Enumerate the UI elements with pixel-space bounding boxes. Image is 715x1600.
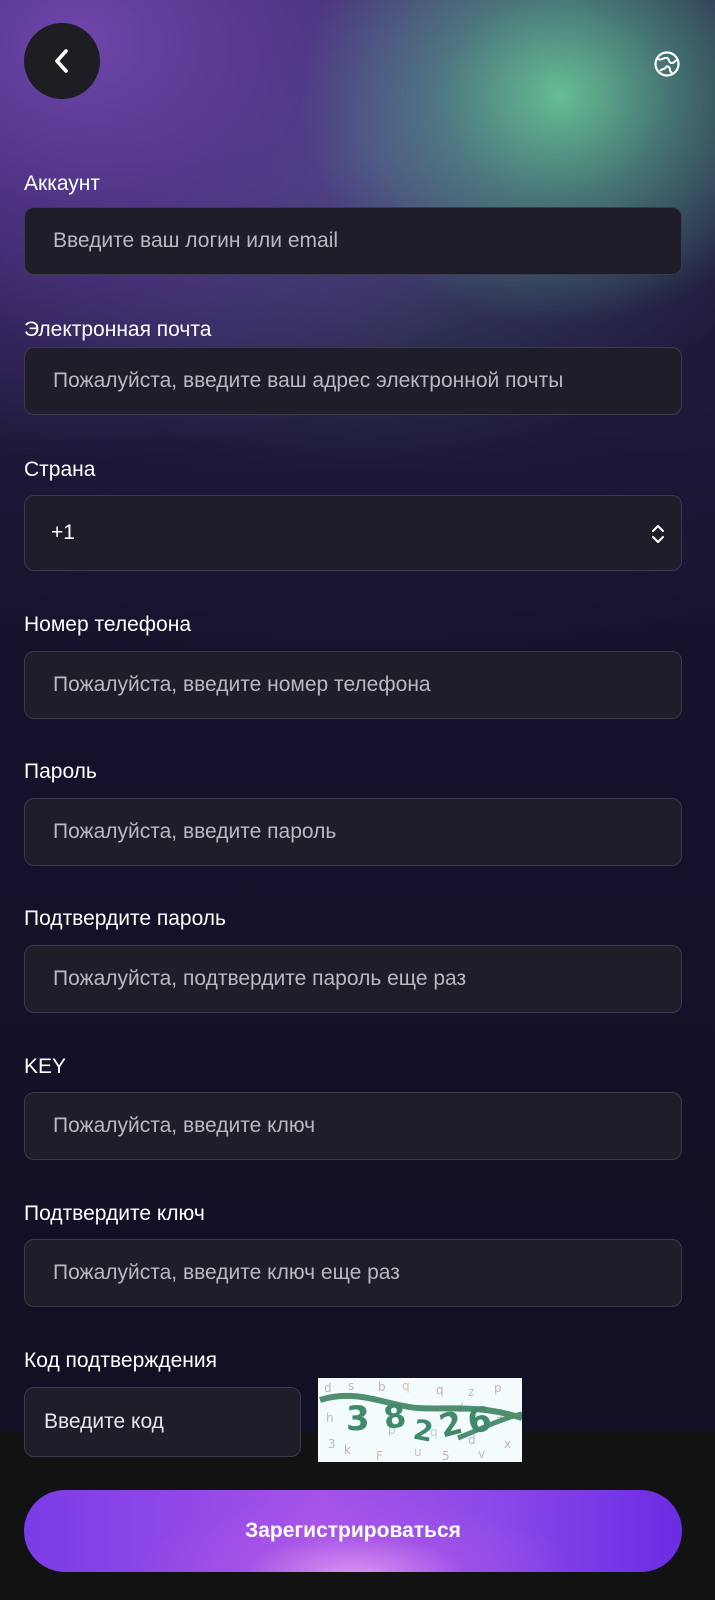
svg-text:q: q (436, 1383, 444, 1397)
svg-text:8: 8 (381, 1396, 408, 1437)
svg-text:b: b (378, 1380, 386, 1394)
email-label: Электронная почта (24, 318, 212, 341)
back-button[interactable] (24, 23, 100, 99)
svg-text:3: 3 (328, 1437, 336, 1451)
language-button[interactable] (652, 49, 682, 79)
svg-text:2: 2 (411, 1413, 436, 1449)
svg-text:k: k (344, 1443, 351, 1457)
svg-text:x: x (504, 1437, 511, 1451)
key-input[interactable] (51, 1113, 681, 1139)
key-label: KEY (24, 1055, 67, 1078)
svg-text:h: h (326, 1411, 334, 1425)
captcha-noise: dsb qqz ph r p qd 5x3 k ud v5F 3 8 2 2 6 (319, 1379, 522, 1462)
country-select[interactable]: +1 (24, 495, 682, 571)
svg-text:z: z (468, 1385, 474, 1399)
key-confirm-field[interactable] (24, 1239, 682, 1307)
phone-input[interactable] (51, 672, 681, 698)
svg-text:5: 5 (442, 1449, 450, 1462)
captcha-field[interactable] (24, 1387, 301, 1457)
key-field[interactable] (24, 1092, 682, 1160)
email-input[interactable] (51, 368, 681, 394)
password-confirm-label: Подтвердите пароль (24, 907, 227, 930)
password-field[interactable] (24, 798, 682, 866)
svg-text:u: u (414, 1445, 422, 1459)
register-button[interactable]: Зарегистрироваться (24, 1490, 682, 1572)
svg-text:d: d (324, 1381, 332, 1395)
account-input[interactable] (51, 228, 681, 254)
svg-text:v: v (478, 1447, 485, 1461)
account-field[interactable] (24, 207, 682, 275)
globe-icon (654, 51, 680, 77)
password-confirm-input[interactable] (51, 966, 681, 992)
email-field[interactable] (24, 347, 682, 415)
captcha-input[interactable] (42, 1409, 300, 1435)
account-label: Аккаунт (24, 172, 101, 195)
svg-text:q: q (402, 1379, 410, 1393)
password-label: Пароль (24, 760, 97, 783)
captcha-image[interactable]: dsb qqz phr pqd 5x3 kud v5F 3 8 2 2 6 (318, 1378, 522, 1462)
svg-text:p: p (494, 1381, 502, 1395)
phone-field[interactable] (24, 651, 682, 719)
svg-text:s: s (348, 1379, 354, 1393)
key-confirm-label: Подтвердите ключ (24, 1202, 205, 1225)
country-select-value: +1 (51, 521, 75, 544)
chevron-left-icon (55, 49, 68, 73)
phone-label: Номер телефона (24, 613, 192, 636)
svg-text:3: 3 (346, 1399, 370, 1439)
password-confirm-field[interactable] (24, 945, 682, 1013)
captcha-label: Код подтверждения (24, 1349, 217, 1372)
password-input[interactable] (51, 819, 681, 845)
country-label: Страна (24, 458, 96, 481)
key-confirm-input[interactable] (51, 1260, 681, 1286)
svg-text:F: F (376, 1449, 383, 1462)
chevron-up-down-icon (652, 525, 664, 543)
